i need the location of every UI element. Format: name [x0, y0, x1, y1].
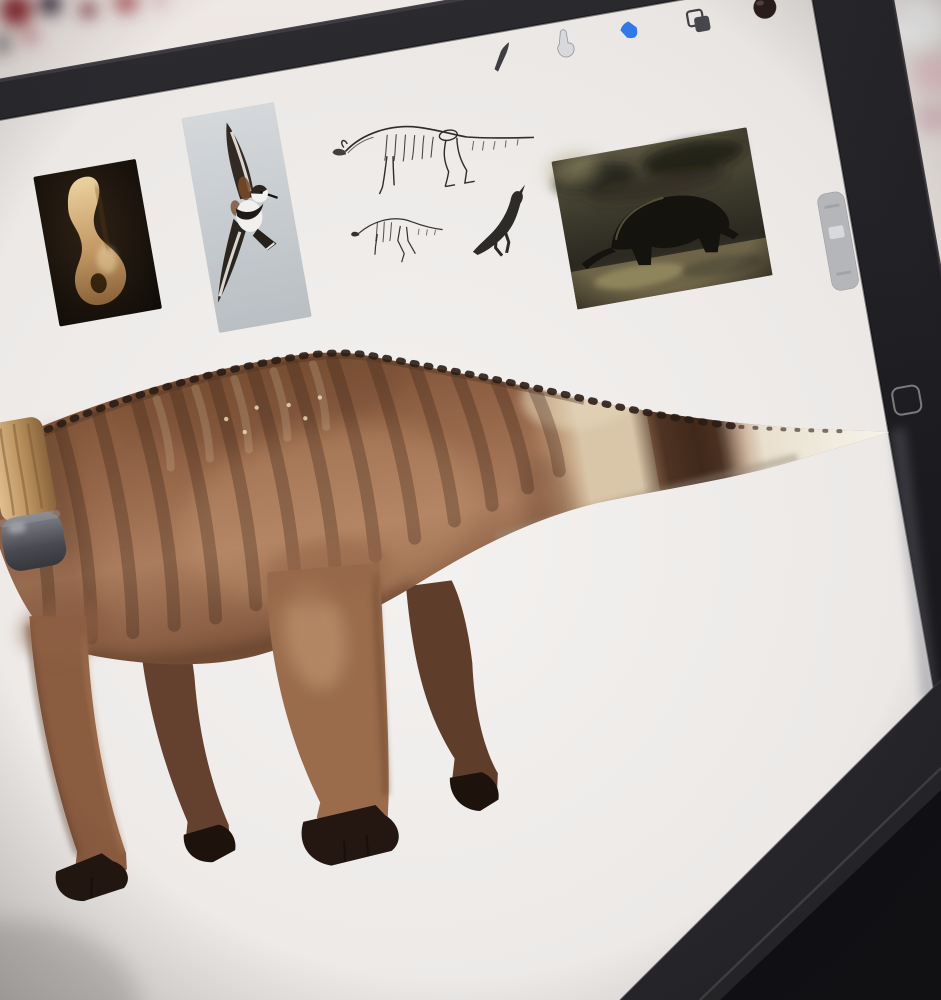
scene-svg: [0, 0, 941, 1000]
photo-vignette: [0, 0, 941, 1000]
photo-scene: [0, 0, 941, 1000]
